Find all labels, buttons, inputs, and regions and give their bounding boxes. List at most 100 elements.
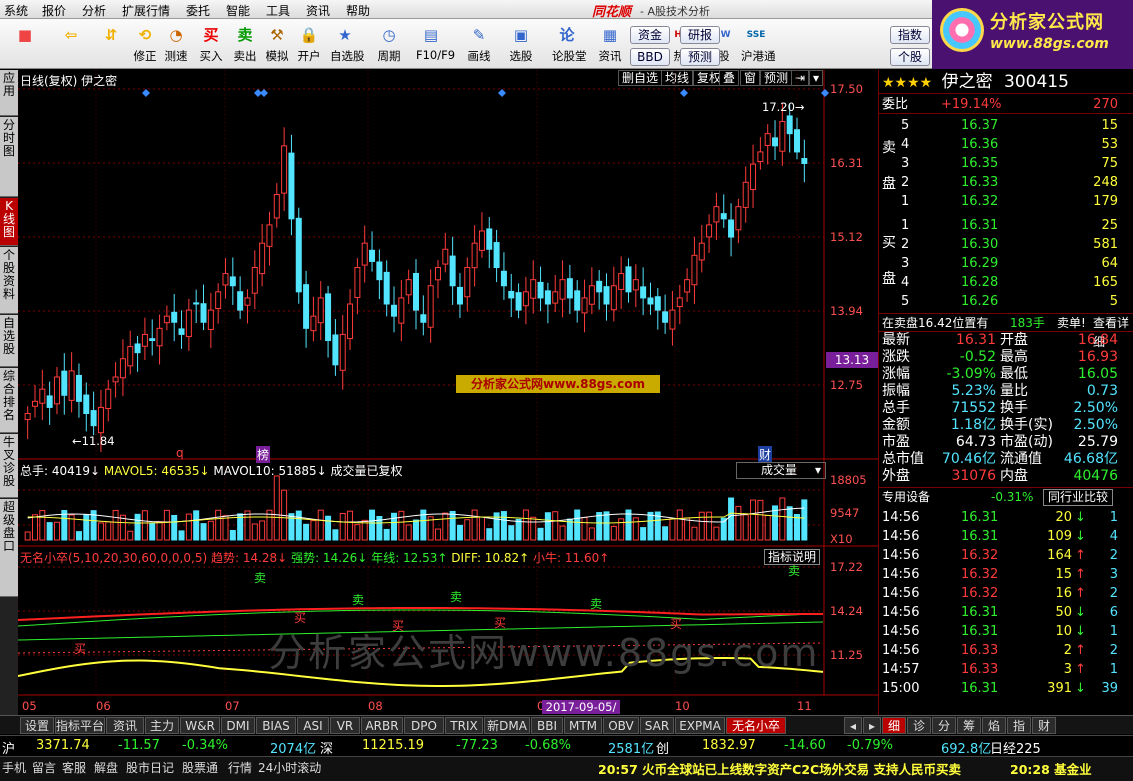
left-tab-4[interactable]: 自选股 bbox=[0, 315, 18, 367]
menu-news[interactable]: 资讯 bbox=[306, 2, 330, 19]
menu-smart[interactable]: 智能 bbox=[226, 2, 250, 19]
side-tab-5[interactable]: 筹 bbox=[957, 717, 981, 734]
left-tab-3[interactable]: 个股资料 bbox=[0, 247, 18, 314]
indicator-tab-8[interactable]: VR bbox=[330, 717, 360, 734]
toolbar-button-9[interactable]: ★ 自选股 bbox=[330, 21, 365, 67]
indicator-tab-5[interactable]: DMI bbox=[221, 717, 255, 734]
toolbar-button-19[interactable]: SSE 沪港通 bbox=[741, 21, 776, 67]
indicator-tab-17[interactable]: EXPMA bbox=[675, 717, 725, 734]
tick-row: 14:56 16.32 164 ↑ 2 bbox=[879, 546, 1133, 565]
indicator-tab-7[interactable]: ASI bbox=[297, 717, 329, 734]
indicator-tab-16[interactable]: SAR bbox=[640, 717, 674, 734]
left-tab-6[interactable]: 牛叉诊股 bbox=[0, 434, 18, 498]
ticker-3-a[interactable]: 日经225 bbox=[990, 738, 1041, 757]
quick-button-4[interactable]: 指数 bbox=[890, 26, 930, 44]
quick-button-1[interactable]: 研报 bbox=[680, 26, 720, 44]
industry-compare-button[interactable]: 同行业比较 bbox=[1043, 489, 1114, 506]
sell-level-2[interactable]: 2 16.33 248 bbox=[879, 173, 1133, 192]
indicator-tab-12[interactable]: 新DMA bbox=[484, 717, 530, 734]
menu-tools[interactable]: 工具 bbox=[266, 2, 290, 19]
indicator-tab-4[interactable]: W&R bbox=[180, 717, 220, 734]
ticker-0-a[interactable]: 沪 bbox=[2, 738, 15, 757]
marker-finance[interactable]: 财 bbox=[758, 446, 773, 463]
volume-select[interactable]: 成交量 ▾ bbox=[736, 462, 826, 479]
news-headline-2[interactable]: 20:28 基金业 bbox=[1010, 759, 1092, 778]
toolbar-button-8[interactable]: 🔒 开户 bbox=[294, 21, 324, 67]
kline-chart-panel[interactable]: 日线(复权) 伊之密 删自选 均线 复权叠窗预测 ⇥ ▾ 17.50 16.31 15.12… bbox=[18, 70, 878, 728]
toolbar-button-14[interactable]: 论论股堂 bbox=[552, 21, 587, 67]
buy-level-3[interactable]: 3 16.29 64 bbox=[879, 254, 1133, 273]
toolbar-button-0[interactable]: ■ bbox=[10, 21, 40, 67]
side-tab-4[interactable]: 分 bbox=[932, 717, 956, 734]
side-tab-8[interactable]: 财 bbox=[1032, 717, 1056, 734]
toolbar-button-15[interactable]: ▦ 资讯 bbox=[595, 21, 625, 67]
quick-button-0[interactable]: 资金 bbox=[630, 26, 670, 44]
side-tab-2[interactable]: 细 bbox=[882, 717, 906, 734]
buy-level-4[interactable]: 4 16.28 165 bbox=[879, 273, 1133, 292]
indicator-tab-13[interactable]: BBI bbox=[531, 717, 563, 734]
menu-extended-quote[interactable]: 扩展行情 bbox=[122, 2, 170, 19]
marker-q[interactable]: q bbox=[176, 446, 184, 460]
toolbar-button-2[interactable]: ⇵ bbox=[96, 21, 126, 67]
side-tab-1[interactable]: ▸ bbox=[863, 717, 881, 734]
indicator-tab-2[interactable]: 资讯 bbox=[106, 717, 144, 734]
status-link-6[interactable]: 行情 bbox=[228, 759, 252, 776]
buy-level-5[interactable]: 5 16.26 5 bbox=[879, 292, 1133, 311]
indicator-tab-14[interactable]: MTM bbox=[564, 717, 602, 734]
side-tab-0[interactable]: ◂ bbox=[844, 717, 862, 734]
sell-level-5[interactable]: 5 16.37 15 bbox=[879, 116, 1133, 135]
status-link-4[interactable]: 股市日记 bbox=[126, 759, 174, 776]
toolbar-button-6[interactable]: 卖卖出 bbox=[230, 21, 260, 67]
quick-button-5[interactable]: 个股 bbox=[890, 48, 930, 66]
marker-rank[interactable]: 榜 bbox=[256, 446, 271, 463]
menu-analysis[interactable]: 分析 bbox=[82, 2, 106, 19]
quick-button-2[interactable]: BBD bbox=[630, 48, 670, 66]
indicator-tab-3[interactable]: 主力 bbox=[145, 717, 179, 734]
status-link-7[interactable]: 24小时滚动 bbox=[258, 759, 321, 776]
status-link-0[interactable]: 手机 bbox=[2, 759, 26, 776]
ticker-1-a[interactable]: 深 bbox=[320, 738, 333, 757]
side-tab-3[interactable]: 诊 bbox=[907, 717, 931, 734]
side-tab-6[interactable]: 焰 bbox=[982, 717, 1006, 734]
toolbar-button-3[interactable]: ⟲ 修正 bbox=[130, 21, 160, 67]
toolbar-button-10[interactable]: ◷ 周期 bbox=[374, 21, 404, 67]
indicator-explain-button[interactable]: 指标说明 bbox=[764, 549, 821, 565]
indicator-tab-6[interactable]: BIAS bbox=[256, 717, 296, 734]
sell-level-1[interactable]: 1 16.32 179 bbox=[879, 192, 1133, 211]
quick-button-3[interactable]: 预测 bbox=[680, 48, 720, 66]
toolbar-button-4[interactable]: ◔ 测速 bbox=[161, 21, 191, 67]
indicator-tab-0[interactable]: 设置 bbox=[20, 717, 54, 734]
toolbar-button-5[interactable]: 买买入 bbox=[196, 21, 226, 67]
status-link-1[interactable]: 留言 bbox=[32, 759, 56, 776]
left-tab-1[interactable]: 分时图 bbox=[0, 117, 18, 197]
indicator-tab-15[interactable]: OBV bbox=[603, 717, 639, 734]
side-tab-7[interactable]: 指 bbox=[1007, 717, 1031, 734]
status-link-2[interactable]: 客服 bbox=[62, 759, 86, 776]
sell-level-3[interactable]: 3 16.35 75 bbox=[879, 154, 1133, 173]
sell-level-4[interactable]: 4 16.36 53 bbox=[879, 135, 1133, 154]
indicator-tab-11[interactable]: TRIX bbox=[445, 717, 483, 734]
toolbar-button-1[interactable]: ⇦ bbox=[56, 21, 86, 67]
buy-level-2[interactable]: 2 16.30 581 bbox=[879, 235, 1133, 254]
indicator-tab-10[interactable]: DPO bbox=[404, 717, 444, 734]
buy-level-1[interactable]: 1 16.31 25 bbox=[879, 216, 1133, 235]
indicator-tab-9[interactable]: ARBR bbox=[361, 717, 403, 734]
ticker-2-a[interactable]: 创 bbox=[656, 738, 669, 757]
left-tab-2[interactable]: K线图 bbox=[0, 198, 18, 246]
news-headline[interactable]: 20:57 火币全球站已上线数字资产C2C场外交易 支持人民币买卖 bbox=[598, 759, 961, 778]
toolbar-button-12[interactable]: ✎ 画线 bbox=[464, 21, 494, 67]
menu-delegate[interactable]: 委托 bbox=[186, 2, 210, 19]
left-tab-0[interactable]: 应用 bbox=[0, 70, 18, 116]
indicator-tab-18[interactable]: 无名小卒 bbox=[726, 717, 786, 734]
toolbar-button-13[interactable]: ▣ 选股 bbox=[506, 21, 536, 67]
menu-help[interactable]: 帮助 bbox=[346, 2, 370, 19]
indicator-tab-1[interactable]: 指标平台 bbox=[55, 717, 105, 734]
toolbar-button-11[interactable]: ▤ F10/F9 bbox=[416, 21, 455, 67]
status-link-3[interactable]: 解盘 bbox=[94, 759, 118, 776]
toolbar-button-7[interactable]: ⚒ 模拟 bbox=[262, 21, 292, 67]
left-tab-5[interactable]: 综合排名 bbox=[0, 368, 18, 433]
status-link-5[interactable]: 股票通 bbox=[182, 759, 218, 776]
menu-system[interactable]: 系统 bbox=[4, 2, 28, 19]
left-tab-7[interactable]: 超级盘口 bbox=[0, 499, 18, 597]
menu-quote[interactable]: 报价 bbox=[42, 2, 66, 19]
